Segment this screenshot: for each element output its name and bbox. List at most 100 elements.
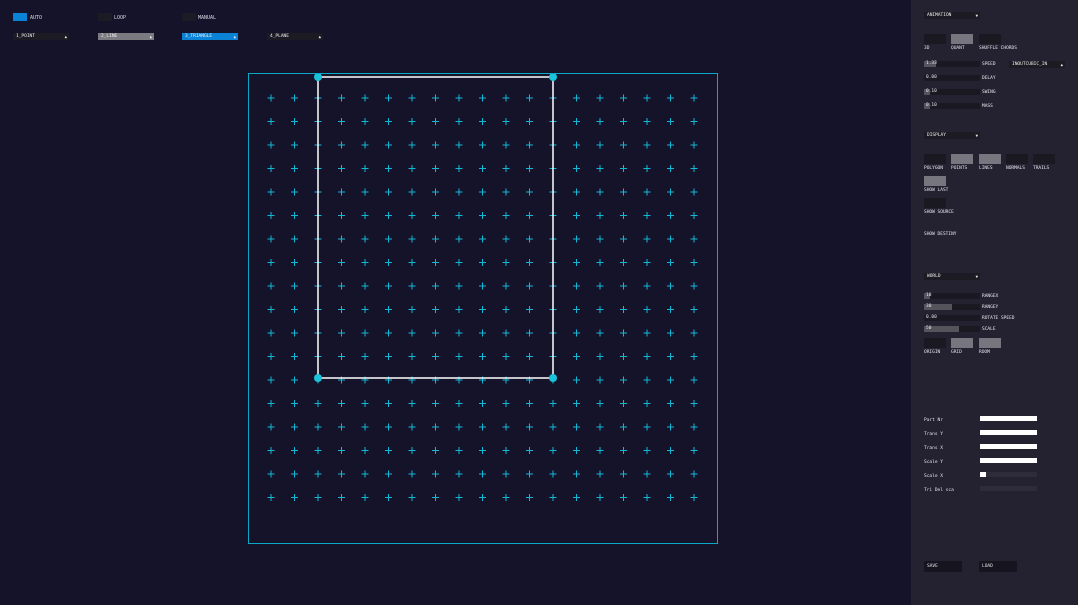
grid-cross-icon (690, 188, 698, 196)
grid-cross-icon (690, 329, 698, 337)
grid-cross-icon (573, 447, 580, 454)
grid-cross-icon (620, 141, 627, 149)
grid-cross-icon (690, 494, 698, 501)
auto-toggle[interactable] (13, 13, 27, 21)
param-scale-x-bar[interactable] (980, 472, 1037, 477)
grid-cross-icon (596, 165, 604, 172)
toggle-room[interactable] (979, 338, 1001, 348)
grid-cross-icon (361, 188, 369, 196)
rangex-label: RANGEX (982, 294, 999, 299)
shape-plane-dropdown[interactable]: 4_PLANE ▲ (267, 33, 323, 40)
grid-cross-icon (573, 306, 580, 313)
grid-cross-icon (432, 235, 439, 243)
param-scale-y-bar[interactable] (980, 458, 1037, 463)
grid-cross-icon (667, 141, 674, 149)
grid-cross-icon (643, 282, 651, 290)
param-part-nr-bar[interactable] (980, 416, 1037, 421)
grid-cross-icon (385, 118, 392, 125)
grid-cross-icon (314, 423, 322, 431)
toggle-points[interactable] (951, 154, 973, 164)
easing-dropdown-label: INOUTCUBIC_IN (1012, 62, 1048, 67)
grid-cross-icon (549, 447, 557, 454)
grid-cross-icon (432, 423, 439, 431)
grid-cross-icon (361, 165, 369, 172)
grid-cross-icon (479, 94, 486, 102)
grid-cross-icon (455, 235, 463, 243)
grid-cross-icon (361, 212, 369, 219)
grid-cross-icon (526, 447, 533, 454)
caret-up-icon: ▲ (64, 34, 67, 39)
grid-cross-icon (596, 400, 604, 407)
grid-cross-icon (690, 447, 698, 454)
toggle-normals[interactable] (1006, 154, 1028, 164)
grid-cross-icon (526, 188, 533, 196)
grid-cross-icon (596, 470, 604, 478)
vertex-handle[interactable] (314, 74, 322, 81)
save-button[interactable]: SAVE (924, 561, 962, 572)
grid-cross-icon (455, 494, 463, 501)
speed-value: 1.33 (926, 61, 937, 66)
grid-cross-icon (573, 212, 580, 219)
swing-slider[interactable]: 0.10 (924, 89, 980, 95)
grid-cross-icon (408, 141, 416, 149)
vertex-handle[interactable] (314, 374, 322, 382)
grid-cross-icon (620, 376, 627, 384)
toggle-shuffle-chords[interactable] (979, 34, 1001, 44)
grid-cross-icon (267, 400, 275, 407)
grid-cross-icon (408, 447, 416, 454)
grid-cross-icon (667, 165, 674, 172)
toggle-trails[interactable] (1033, 154, 1055, 164)
toggle-grid[interactable] (951, 338, 973, 348)
shape-triangle-dropdown[interactable]: 3_TRIANGLE ▲ (182, 33, 238, 40)
grid-cross-icon (690, 306, 698, 313)
vertex-handle[interactable] (549, 374, 557, 382)
rangey-slider[interactable]: 30 (924, 304, 980, 310)
toggle-origin[interactable] (924, 338, 946, 348)
toggle-lines[interactable] (979, 154, 1001, 164)
toggle-show-destiny-label[interactable]: SHOW DESTINY (924, 232, 957, 237)
grid-cross-icon (361, 353, 369, 360)
grid-cross-icon (338, 400, 345, 407)
grid-cross-icon (643, 329, 651, 337)
mass-slider[interactable]: 0.10 (924, 103, 980, 109)
toggle-show-last[interactable] (924, 176, 946, 186)
grid-cross-icon (526, 259, 533, 266)
grid-cross-icon (526, 306, 533, 313)
toggle-3d[interactable] (924, 34, 946, 44)
scale-slider[interactable]: 50 (924, 326, 980, 332)
grid-cross-icon (432, 282, 439, 290)
toggle-shuffle-chords-label: SHUFFLE CHORDS (979, 46, 1017, 51)
loop-toggle[interactable] (98, 13, 112, 21)
control-panel: ANIMATION ▼ 3D QUANT SHUFFLE CHORDS 1.33 … (911, 0, 1078, 605)
world-dropdown[interactable]: WORLD ▼ (924, 273, 980, 280)
param-trans-x-bar[interactable] (980, 444, 1037, 449)
load-button[interactable]: LOAD (979, 561, 1017, 572)
speed-slider[interactable]: 1.33 (924, 61, 980, 67)
shape-line-dropdown[interactable]: 2_LINE ▲ (98, 33, 154, 40)
grid-cross-icon (291, 329, 298, 337)
grid-cross-icon (267, 353, 275, 360)
vertex-handle[interactable] (549, 74, 557, 81)
manual-toggle[interactable] (182, 13, 196, 21)
toggle-show-source[interactable] (924, 198, 946, 208)
grid-cross-icon (526, 494, 533, 501)
rangey-label: RANGEY (982, 305, 999, 310)
shape-point-dropdown[interactable]: 1_POINT ▲ (13, 33, 69, 40)
delay-slider[interactable]: 0.00 (924, 75, 980, 81)
easing-dropdown[interactable]: INOUTCUBIC_IN ▲ (1009, 61, 1065, 68)
toggle-polygon[interactable] (924, 154, 946, 164)
toggle-quant[interactable] (951, 34, 973, 44)
grid-cross-icon (596, 306, 604, 313)
grid-cross-icon (361, 259, 369, 266)
animation-dropdown[interactable]: ANIMATION ▼ (924, 12, 980, 19)
stage-canvas[interactable] (248, 73, 718, 544)
param-trans-x-label: Trans X (924, 446, 943, 451)
rotate-speed-slider[interactable]: 0.00 (924, 315, 980, 321)
param-tri-del-sca-bar[interactable] (980, 486, 1037, 491)
grid-cross-icon (291, 259, 298, 266)
grid-cross-icon (267, 447, 275, 454)
display-dropdown[interactable]: DISPLAY ▼ (924, 132, 980, 139)
rangex-slider[interactable]: 10 (924, 293, 980, 299)
grid-cross-icon (338, 118, 345, 125)
param-trans-y-bar[interactable] (980, 430, 1037, 435)
